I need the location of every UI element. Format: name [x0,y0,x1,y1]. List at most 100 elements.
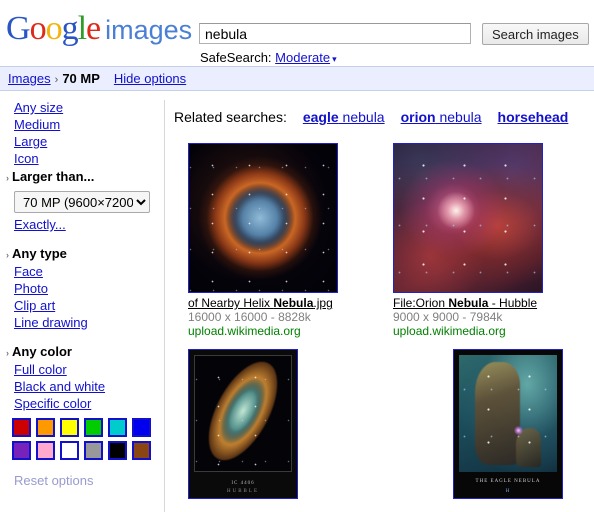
color-swatch-teal[interactable] [108,418,127,437]
sidebar-header-any-type-label: Any type [12,246,67,261]
related-search-horsehead-nebula[interactable]: horsehead [498,109,569,125]
logo-images-word: images [105,15,193,45]
results-main: Related searches: eagle nebula orion nebul… [166,100,594,512]
sidebar-header-any-color[interactable]: › Any color [6,343,164,362]
poster-title-text: THE EAGLE NEBULA [475,479,541,484]
sidebar-header-larger-than-label: Larger than... [12,169,95,184]
result-title-post: .jpg [313,296,333,310]
sidebar-item-black-and-white[interactable]: Black and white [14,379,105,395]
poster-plate [459,355,557,472]
stars-overlay-icon [189,144,337,292]
safesearch-label: SafeSearch: [200,50,272,65]
triangle-right-icon: › [6,173,9,183]
ic4406-poster-image: IC 4406 HUBBLE [189,350,297,498]
page-header: Googleimages Search images SafeSearch: M… [0,0,594,66]
breadcrumb-bar: Images › 70 MP Hide options [0,66,594,91]
related-search-orion-rest: nebula [435,109,482,125]
stars-overlay-icon [195,356,291,471]
related-search-orion-nebula[interactable]: orion nebula [401,109,482,125]
related-search-eagle-bold: eagle [302,109,339,125]
chevron-down-icon[interactable]: ▾ [332,54,337,64]
results-grid: of Nearby Helix Nebula.jpg 16000 x 16000… [188,143,594,499]
result-title-post: - Hubble [488,296,538,310]
megapixel-select[interactable]: 70 MP (9600×7200) [14,191,150,213]
sidebar-item-any-size[interactable]: Any size [14,100,63,116]
safesearch-value-link[interactable]: Moderate [275,50,330,65]
stars-overlay-icon [394,144,542,292]
result-source-site: upload.wikimedia.org [393,324,506,338]
color-swatch-row-1 [12,418,160,437]
sidebar-header-larger-than[interactable]: › Larger than... [6,168,164,187]
sidebar-header-any-type[interactable]: › Any type [6,245,164,264]
sidebar-item-icon[interactable]: Icon [14,151,39,167]
results-row: of Nearby Helix Nebula.jpg 16000 x 16000… [188,143,594,338]
sidebar-item-line-drawing[interactable]: Line drawing [14,315,88,331]
result-dimensions: 9000 x 9000 - 7984k [393,310,503,324]
result-thumbnail-helix-nebula[interactable] [188,143,338,293]
poster-title-text: IC 4406 [231,481,255,486]
sidebar-item-large[interactable]: Large [14,134,47,150]
color-swatch-black[interactable] [108,441,127,460]
color-swatch-pink[interactable] [36,441,55,460]
result-title-link[interactable]: File:Orion Nebula - Hubble [393,296,561,310]
result-thumbnail-ic4406-poster[interactable]: IC 4406 HUBBLE [188,349,298,499]
sidebar-item-specific-color[interactable]: Specific color [14,396,91,412]
result-item: of Nearby Helix Nebula.jpg 16000 x 16000… [188,143,393,338]
breadcrumb-current: 70 MP [62,71,100,86]
reset-options-link[interactable]: Reset options [14,473,164,488]
color-swatch-blue[interactable] [132,418,151,437]
breadcrumb-separator: › [54,74,59,86]
sidebar-item-medium[interactable]: Medium [14,117,60,133]
triangle-right-icon: › [6,348,9,358]
result-caption: File:Orion Nebula - Hubble 9000 x 9000 -… [393,296,561,338]
result-title-keyword: Nebula [448,296,489,310]
color-swatch-gray[interactable] [84,441,103,460]
eagle-nebula-poster-image: THE EAGLE NEBULA H [454,350,562,498]
sidebar-item-full-color[interactable]: Full color [14,362,67,378]
result-item: File:Orion Nebula - Hubble 9000 x 9000 -… [393,143,594,338]
search-input[interactable] [199,23,471,44]
related-search-eagle-nebula[interactable]: eagle nebula [303,109,385,125]
hide-options-link[interactable]: Hide options [114,71,186,86]
breadcrumb-images-link[interactable]: Images [8,71,51,86]
related-searches: Related searches: eagle nebula orion nebul… [174,109,568,125]
result-caption: of Nearby Helix Nebula.jpg 16000 x 16000… [188,296,356,338]
related-search-orion-bold: orion [400,109,436,125]
result-title-pre: of Nearby Helix [188,296,274,310]
color-swatch-row-2 [12,441,160,460]
google-images-logo[interactable]: Google images [6,12,192,47]
result-thumbnail-orion-nebula[interactable] [393,143,543,293]
google-images-page: Googleimages Search images SafeSearch: M… [0,0,594,512]
color-swatch-brown[interactable] [132,441,151,460]
result-item: IC 4406 HUBBLE [188,349,333,499]
safesearch-control: SafeSearch: Moderate ▾ [200,50,337,65]
result-source-site: upload.wikimedia.org [188,324,301,338]
sidebar-header-any-color-label: Any color [12,344,72,359]
result-title-keyword: Nebula [273,296,314,310]
triangle-right-icon: › [6,250,9,260]
poster-subtitle-text: HUBBLE [227,489,259,494]
color-swatch-grid [12,418,160,460]
result-thumbnail-eagle-nebula-poster[interactable]: THE EAGLE NEBULA H [453,349,563,499]
search-images-button[interactable]: Search images [482,23,589,45]
sidebar-item-exactly[interactable]: Exactly... [14,217,66,233]
breadcrumb: Images › 70 MP Hide options [8,71,186,86]
color-swatch-red[interactable] [12,418,31,437]
related-search-eagle-rest: nebula [338,109,385,125]
results-row: IC 4406 HUBBLE THE EAGLE NEBULA H [188,349,594,499]
color-swatch-orange[interactable] [36,418,55,437]
color-swatch-purple[interactable] [12,441,31,460]
sidebar-item-photo[interactable]: Photo [14,281,48,297]
sidebar-item-face[interactable]: Face [14,264,43,280]
color-swatch-yellow[interactable] [60,418,79,437]
poster-plate [194,355,292,472]
result-title-link[interactable]: of Nearby Helix Nebula.jpg [188,296,356,310]
related-search-horsehead-bold: horsehead [497,109,569,125]
sidebar-item-clip-art[interactable]: Clip art [14,298,55,314]
color-swatch-green[interactable] [84,418,103,437]
result-title-pre: File:Orion [393,296,449,310]
filters-sidebar: Any size Medium Large Icon › Larger than.… [0,100,165,512]
color-swatch-white[interactable] [60,441,79,460]
